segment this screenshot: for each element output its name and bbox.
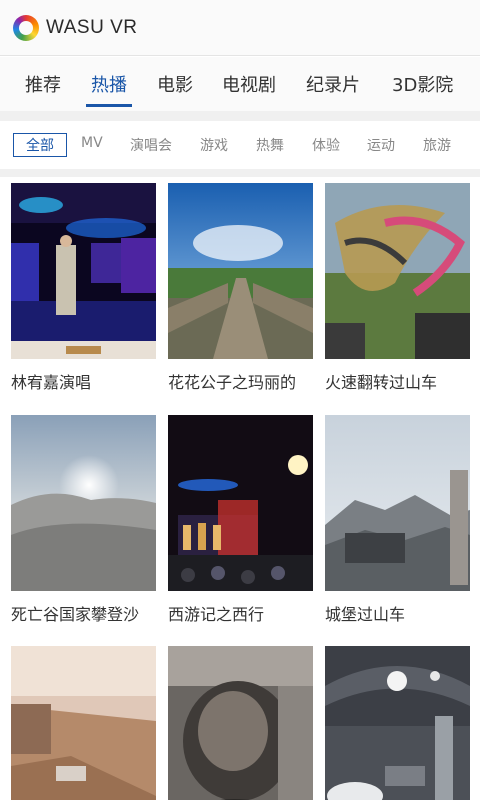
subtab-mv[interactable]: MV: [81, 135, 103, 151]
video-thumbnail: [168, 183, 313, 359]
video-thumbnail: [11, 183, 156, 359]
tab-hot[interactable]: 热播: [86, 57, 132, 111]
brand-title: WASU VR: [46, 16, 138, 38]
video-grid: 林宥嘉演唱 花花公子之玛丽的 火速翻转过山车 死亡谷国家攀登沙 西游记之西行 城…: [0, 177, 480, 800]
subtab-sports[interactable]: 运动: [367, 135, 395, 155]
video-title: 西游记之西行: [168, 605, 265, 624]
video-title: 城堡过山车: [325, 605, 406, 624]
video-title: 火速翻转过山车: [325, 373, 438, 392]
video-thumbnail: [325, 183, 470, 359]
video-card[interactable]: 林宥嘉演唱: [11, 183, 156, 393]
subtab-dance[interactable]: 热舞: [256, 135, 284, 155]
tab-documentary[interactable]: 纪录片: [306, 57, 360, 111]
tab-tv-series[interactable]: 电视剧: [222, 57, 276, 111]
divider: [0, 169, 480, 177]
subtab-all[interactable]: 全部: [13, 133, 67, 157]
video-title: 林宥嘉演唱: [11, 373, 92, 392]
video-card[interactable]: 火速翻转过山车: [325, 183, 470, 393]
tab-recommend[interactable]: 推荐: [25, 57, 61, 111]
video-thumbnail: [325, 646, 470, 800]
tab-3d-cinema[interactable]: 3D影院: [392, 57, 453, 111]
tab-movies[interactable]: 电影: [157, 57, 193, 111]
subtab-concert[interactable]: 演唱会: [130, 135, 172, 155]
subtab-travel[interactable]: 旅游: [423, 135, 451, 155]
video-thumbnail: [11, 415, 156, 591]
video-card[interactable]: [325, 646, 470, 800]
video-card[interactable]: [11, 646, 156, 800]
subtab-games[interactable]: 游戏: [200, 135, 228, 155]
subtab-experience[interactable]: 体验: [312, 135, 340, 155]
video-thumbnail: [168, 415, 313, 591]
sub-category-tabs: 全部 MV 演唱会 游戏 热舞 体验 运动 旅游: [0, 121, 480, 169]
main-category-tabs: 推荐 热播 电影 电视剧 纪录片 3D影院: [0, 57, 480, 111]
video-thumbnail: [168, 646, 313, 800]
divider: [0, 111, 480, 121]
app-header: WASU VR: [0, 0, 480, 56]
video-title: 死亡谷国家攀登沙: [11, 605, 140, 624]
video-card[interactable]: 死亡谷国家攀登沙: [11, 415, 156, 625]
video-title: 花花公子之玛丽的: [168, 373, 297, 392]
video-card[interactable]: 西游记之西行: [168, 415, 313, 625]
video-card[interactable]: 城堡过山车: [325, 415, 470, 625]
video-thumbnail: [325, 415, 470, 591]
video-thumbnail: [11, 646, 156, 800]
video-card[interactable]: 花花公子之玛丽的: [168, 183, 313, 393]
video-card[interactable]: [168, 646, 313, 800]
wasu-logo-icon: [13, 14, 39, 41]
